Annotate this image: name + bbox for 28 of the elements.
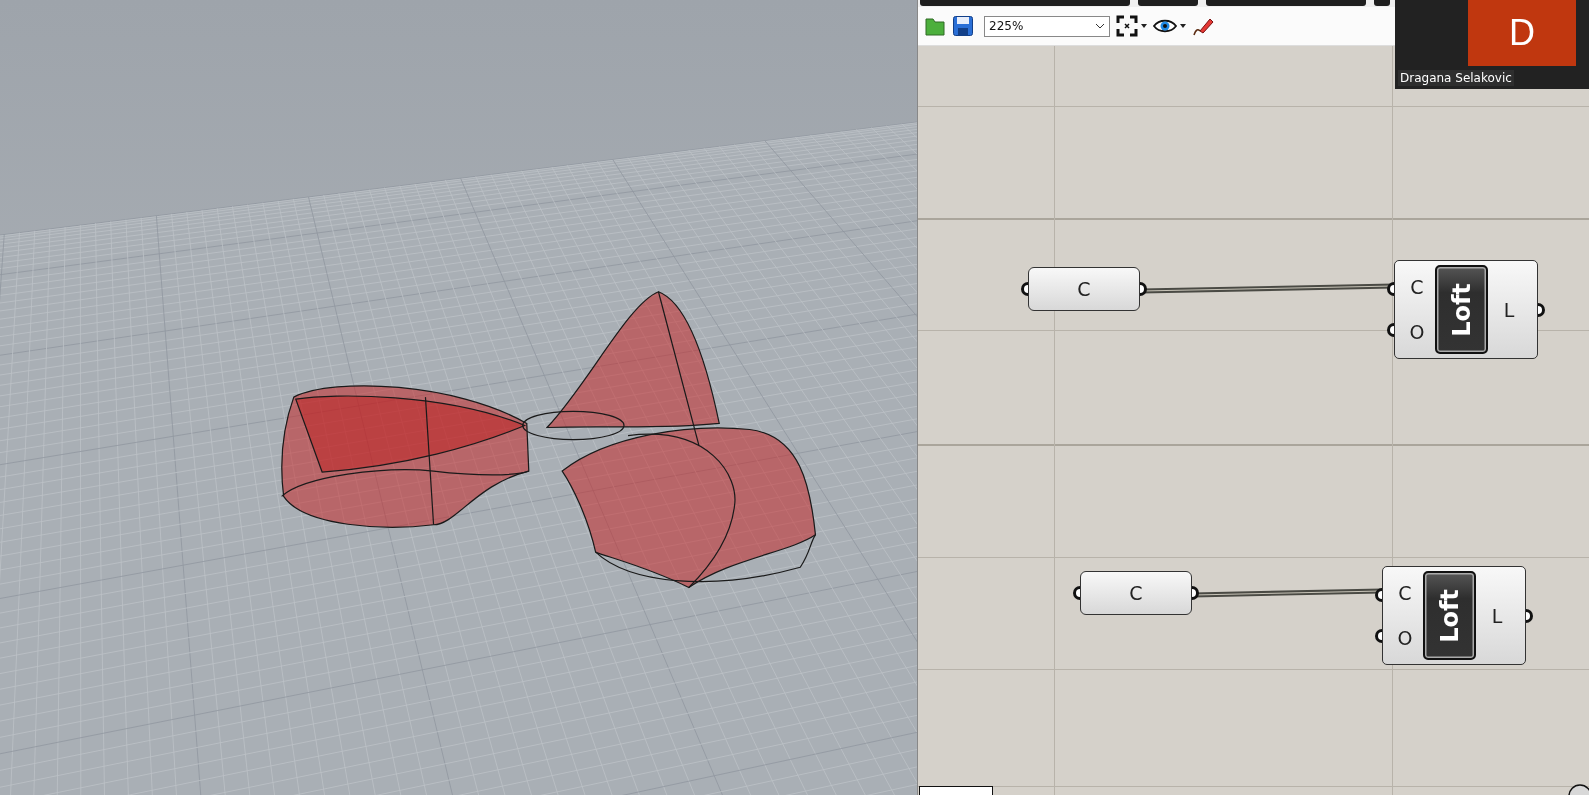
eye-icon[interactable] <box>1153 17 1177 35</box>
component-title: Loft <box>1435 265 1488 354</box>
caret-icon <box>1095 23 1105 29</box>
participant-name: Dragana Selakovic <box>1398 70 1514 86</box>
status-tab[interactable] <box>919 786 993 795</box>
parameter-node[interactable]: C <box>1080 571 1192 615</box>
parameter-node[interactable]: C <box>1028 267 1140 311</box>
input-label: C <box>1398 582 1412 605</box>
ribbon-tab[interactable] <box>1374 0 1390 6</box>
output-grip[interactable] <box>1526 608 1533 623</box>
folder-icon[interactable] <box>924 15 946 37</box>
caret-icon[interactable] <box>1180 24 1186 28</box>
zoom-extents-icon[interactable] <box>1116 15 1138 37</box>
output-label: L <box>1503 298 1515 321</box>
save-icon[interactable] <box>952 15 974 37</box>
component-title: Loft <box>1423 571 1476 660</box>
loft-component[interactable]: C O Loft L <box>1394 260 1538 359</box>
input-label: C <box>1410 276 1424 299</box>
input-label: O <box>1397 626 1413 649</box>
output-grip[interactable] <box>1538 302 1545 317</box>
input-label: O <box>1409 320 1425 343</box>
output-grip[interactable] <box>1192 586 1199 600</box>
avatar: D <box>1468 0 1576 66</box>
loft-component[interactable]: C O Loft L <box>1382 566 1526 665</box>
output-label: L <box>1491 604 1503 627</box>
caret-icon[interactable] <box>1141 24 1147 28</box>
zoom-dropdown[interactable]: 225% <box>984 15 1110 37</box>
output-grip[interactable] <box>1140 282 1147 296</box>
